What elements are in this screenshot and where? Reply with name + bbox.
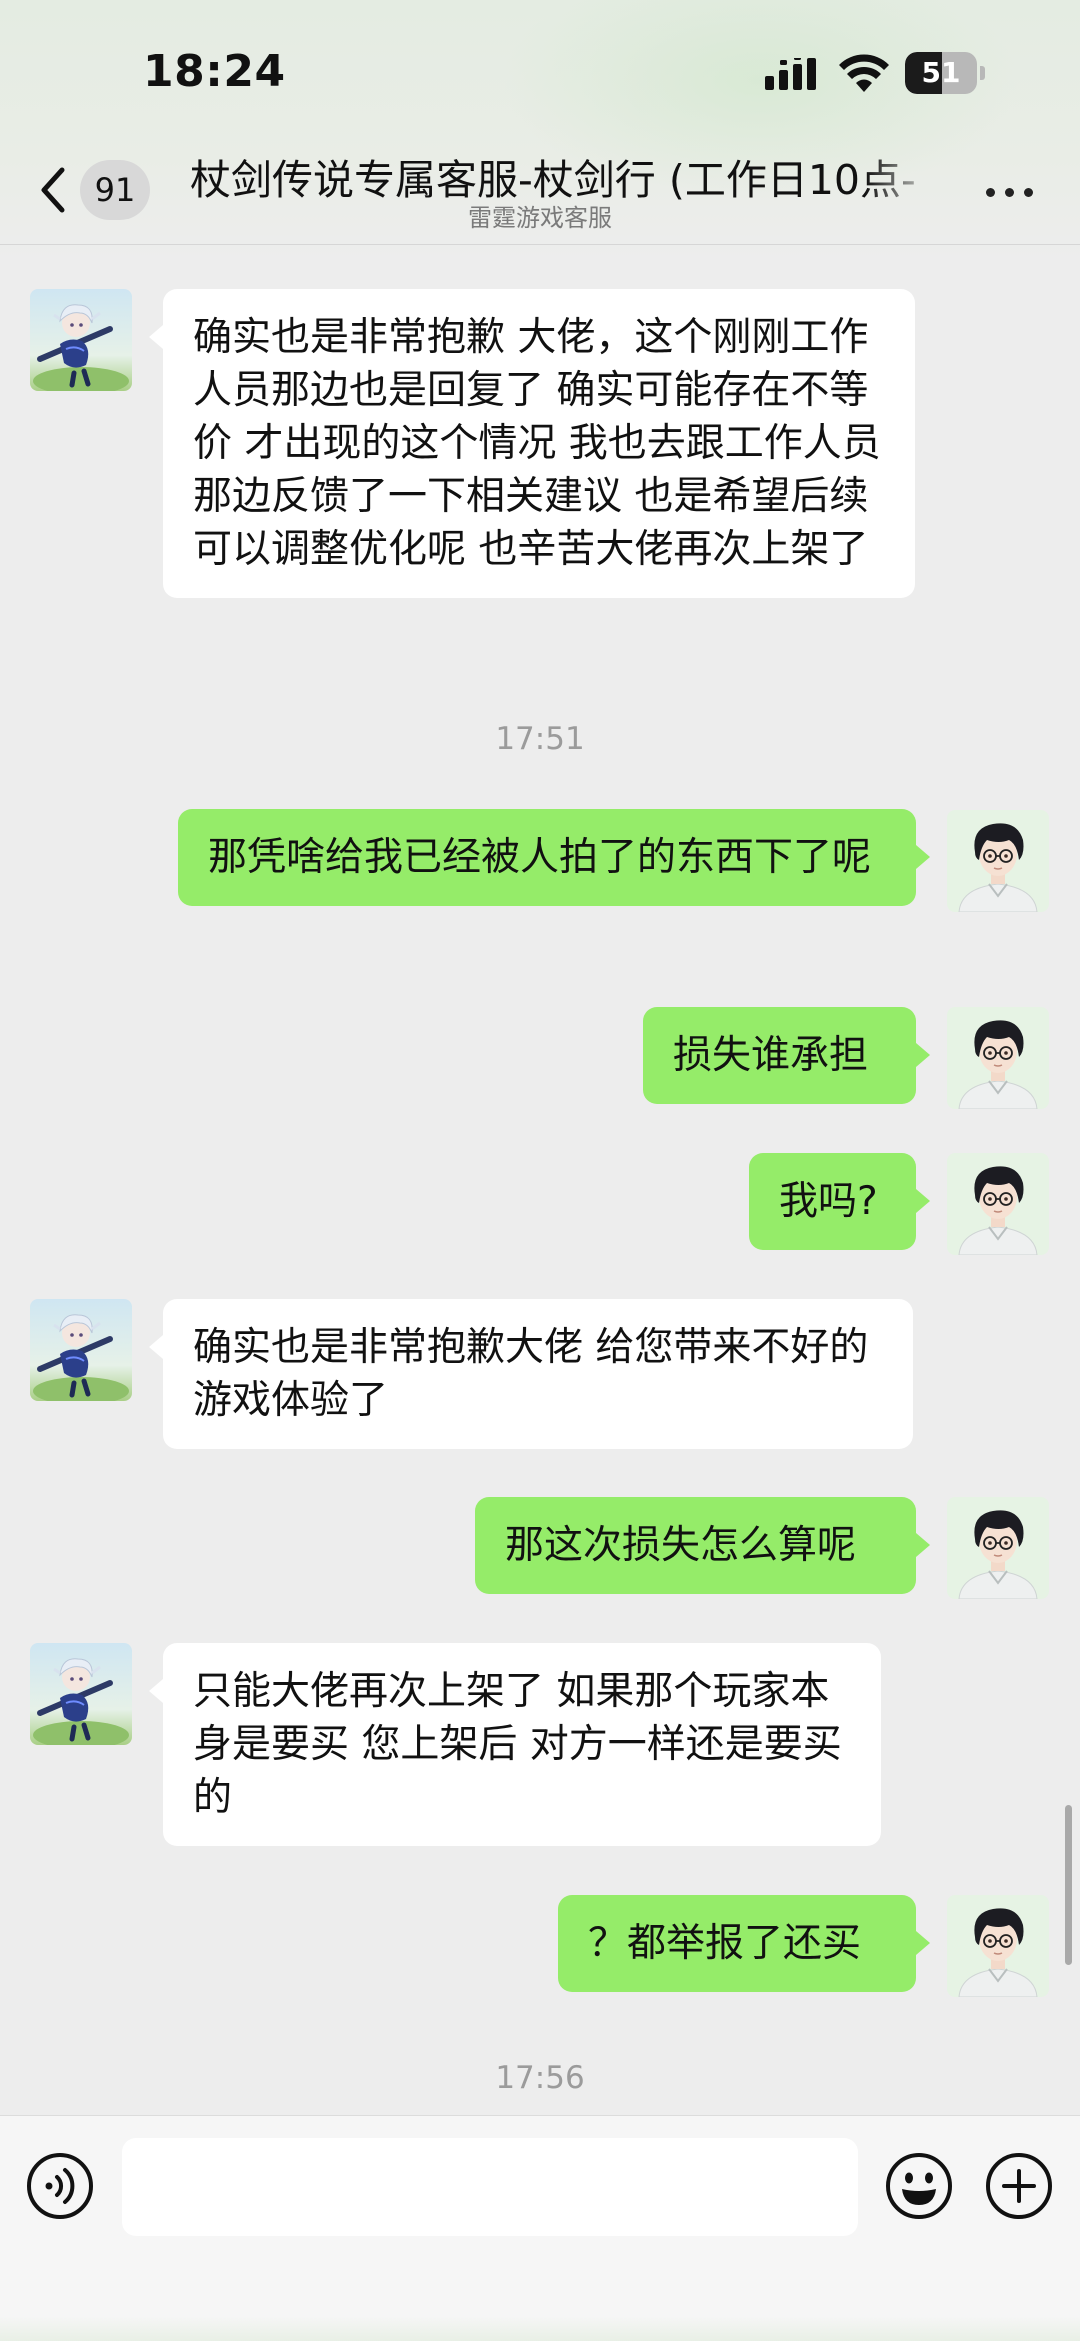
user-avatar[interactable] (947, 810, 1049, 912)
user-avatar[interactable] (947, 1007, 1049, 1109)
scrollbar[interactable] (1065, 1805, 1072, 1965)
agent-avatar[interactable] (30, 289, 132, 391)
chat-subtitle: 雷霆游戏客服 (468, 204, 612, 232)
message-bubble-received[interactable]: 只能大佬再次上架了 如果那个玩家本身是要买 您上架后 对方一样还是要买的 (149, 1643, 881, 1846)
more-icon[interactable] (984, 176, 1036, 206)
message-list[interactable]: 确实也是非常抱歉 大佬，这个刚刚工作人员那边也是回复了 确实可能存在不等价 才出… (0, 245, 1080, 2115)
input-bar (0, 2115, 1080, 2341)
battery-level: 51 (921, 56, 961, 89)
wifi-icon (839, 54, 889, 92)
message-bubble-sent[interactable]: ？都举报了还买 (558, 1895, 930, 1992)
status-time: 18:24 (143, 46, 286, 97)
message-input[interactable] (122, 2138, 858, 2236)
user-avatar[interactable] (947, 1153, 1049, 1255)
chat-title[interactable]: 杖剑传说专属客服-杖剑行 (工作日10点- (190, 146, 940, 202)
plus-icon[interactable] (984, 2151, 1054, 2221)
message-bubble-received[interactable]: 确实也是非常抱歉 大佬，这个刚刚工作人员那边也是回复了 确实可能存在不等价 才出… (149, 289, 915, 598)
signal-icon (765, 58, 816, 90)
emoji-icon[interactable] (884, 2151, 954, 2221)
message-timestamp: 17:56 (495, 2060, 585, 2096)
battery-icon: 51 (905, 52, 985, 94)
message-bubble-sent[interactable]: 损失谁承担 (643, 1007, 930, 1104)
home-area (0, 2316, 1080, 2341)
user-avatar[interactable] (947, 1497, 1049, 1599)
message-bubble-received[interactable]: 确实也是非常抱歉大佬 给您带来不好的游戏体验了 (149, 1299, 913, 1449)
chat-screen: 18:24 51 91 杖剑传说专属客服-杖剑行 (工作日10点- 雷霆游戏客服 (0, 0, 1080, 2341)
voice-icon[interactable] (25, 2151, 95, 2221)
message-timestamp: 17:51 (495, 721, 585, 757)
message-bubble-sent[interactable]: 那凭啥给我已经被人拍了的东西下了呢 (178, 809, 930, 906)
agent-avatar[interactable] (30, 1299, 132, 1401)
message-bubble-sent[interactable]: 那这次损失怎么算呢 (475, 1497, 930, 1594)
message-bubble-sent[interactable]: 我吗? (749, 1153, 930, 1250)
user-avatar[interactable] (947, 1895, 1049, 1997)
agent-avatar[interactable] (30, 1643, 132, 1745)
